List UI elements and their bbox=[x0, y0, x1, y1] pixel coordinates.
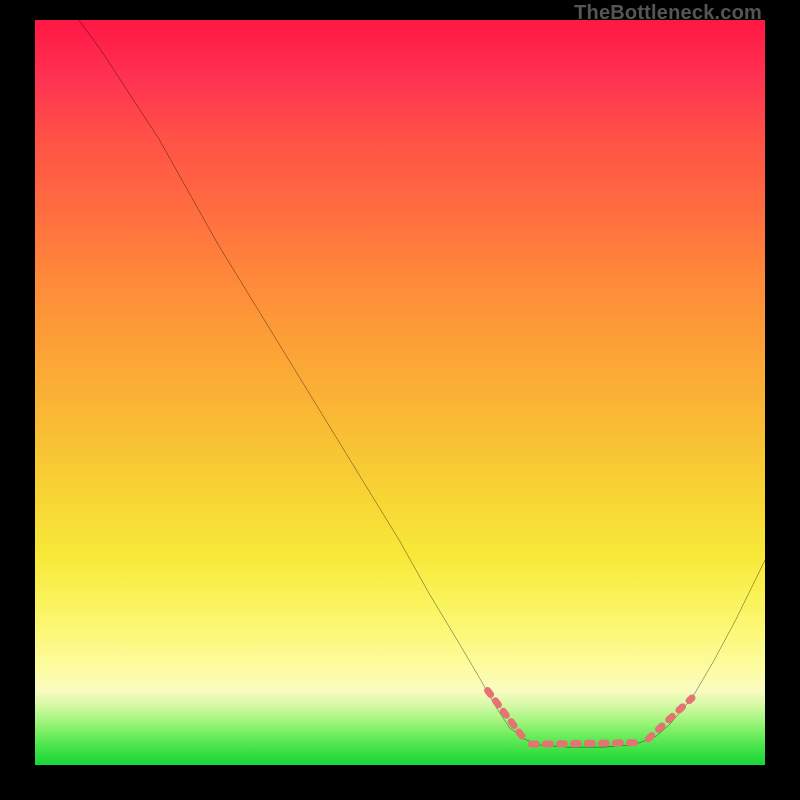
plot-area bbox=[35, 20, 765, 765]
dash-segment-bottom bbox=[531, 743, 641, 744]
chart-frame: TheBottleneck.com bbox=[0, 0, 800, 800]
dash-segment-right bbox=[648, 698, 692, 739]
dash-segment-left bbox=[488, 691, 524, 739]
curve-main bbox=[79, 20, 765, 747]
chart-svg bbox=[35, 20, 765, 765]
